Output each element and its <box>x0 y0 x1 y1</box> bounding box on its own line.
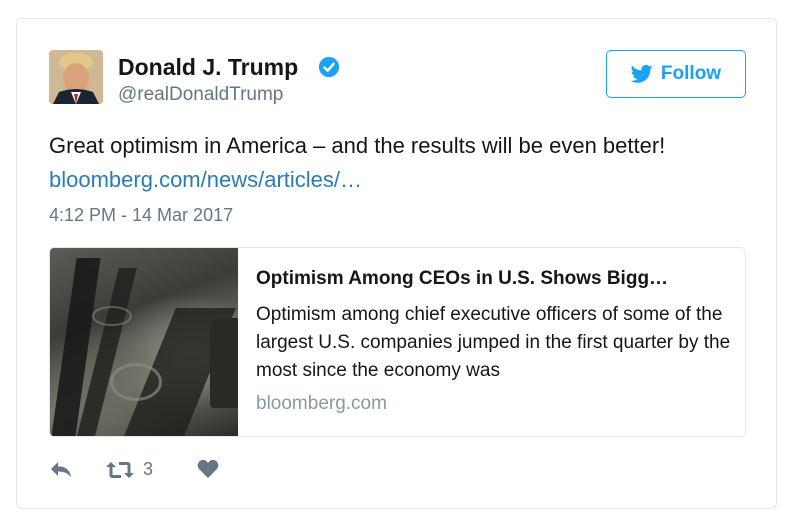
follow-label: Follow <box>660 63 722 84</box>
tweet-link[interactable]: bloomberg.com/news/articles/… <box>49 167 362 193</box>
avatar-portrait <box>49 50 103 104</box>
reply-icon <box>51 462 71 477</box>
author-handle[interactable]: @realDonaldTrump <box>118 84 283 106</box>
preview-title: Optimism Among CEOs in U.S. Shows Bigg… <box>256 268 669 289</box>
follow-button[interactable]: Follow <box>606 50 746 98</box>
link-preview-card[interactable]: Optimism Among CEOs in U.S. Shows Bigg… … <box>49 247 746 437</box>
retweet-count: 3 <box>143 459 154 479</box>
heart-icon <box>197 459 219 478</box>
like-button[interactable] <box>197 459 219 479</box>
preview-description: Optimism among chief executive officers … <box>256 304 731 381</box>
verified-badge-icon <box>318 56 340 78</box>
preview-domain: bloomberg.com <box>256 393 387 414</box>
tweet-text: Great optimism in America – and the resu… <box>49 133 666 158</box>
tweet-card: Donald J. Trump @realDonaldTrump Follow … <box>16 18 777 509</box>
tweet-timestamp[interactable]: 4:12 PM - 14 Mar 2017 <box>49 205 233 226</box>
author-name[interactable]: Donald J. Trump <box>118 54 298 81</box>
twitter-bird-icon <box>630 64 653 83</box>
retweet-icon <box>106 461 134 478</box>
reply-button[interactable] <box>49 459 73 479</box>
preview-image <box>50 248 238 436</box>
avatar[interactable] <box>49 50 103 104</box>
retweet-button[interactable]: 3 <box>105 459 153 480</box>
